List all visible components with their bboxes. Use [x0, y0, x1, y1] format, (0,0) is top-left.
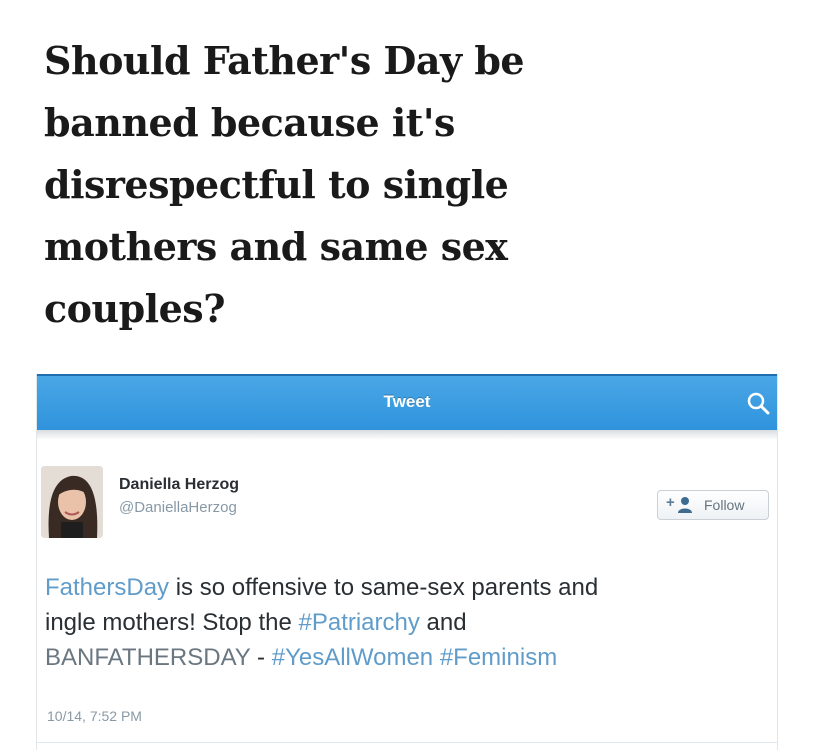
- hashtag-link[interactable]: BANFATHERSDAY: [45, 644, 250, 671]
- hashtag-link[interactable]: #Feminism: [440, 644, 557, 671]
- tweet-line: ingle mothers! Stop the #Patriarchy and: [45, 605, 773, 640]
- tweet-top-bar: Tweet: [37, 374, 777, 430]
- headline-line: disrespectful to single: [44, 162, 509, 207]
- tweet-timestamp[interactable]: 10/14, 7:52 PM: [47, 708, 142, 724]
- avatar-image: [41, 466, 103, 538]
- divider: [37, 742, 777, 743]
- tweet-text-segment: ingle mothers! Stop the: [45, 609, 299, 636]
- hashtag-link[interactable]: #YesAllWomen: [272, 644, 433, 671]
- tweet-card: Tweet Daniella Herzog @DaniellaHerzog + …: [36, 374, 778, 750]
- hashtag-link[interactable]: #Patriarchy: [298, 609, 419, 636]
- tweet-line: BANFATHERSDAY - #YesAllWomen #Feminism: [45, 640, 773, 675]
- headline-line: couples?: [44, 286, 225, 331]
- headline: Should Father's Day be banned because it…: [44, 30, 784, 340]
- person-icon: [678, 497, 692, 513]
- tweet-text-segment: [433, 644, 440, 671]
- user-handle[interactable]: @DaniellaHerzog: [119, 499, 237, 516]
- avatar[interactable]: [41, 466, 103, 538]
- search-icon[interactable]: [745, 390, 771, 416]
- follow-label: Follow: [704, 497, 745, 513]
- tweet-text-segment: -: [250, 644, 272, 671]
- tweet-line: FathersDay is so offensive to same-sex p…: [45, 570, 773, 605]
- headline-line: mothers and same sex: [44, 224, 508, 269]
- headline-line: banned because it's: [44, 100, 455, 145]
- top-bar-shadow: [37, 430, 777, 440]
- tweet-text: FathersDay is so offensive to same-sex p…: [45, 570, 773, 675]
- tweet-text-segment: is so offensive to same-sex parents and: [169, 574, 599, 601]
- follow-button[interactable]: + Follow: [657, 490, 769, 520]
- hashtag-link[interactable]: FathersDay: [45, 574, 169, 601]
- plus-icon: +: [666, 494, 675, 511]
- top-bar-title: Tweet: [383, 392, 431, 411]
- user-name[interactable]: Daniella Herzog: [119, 476, 239, 494]
- headline-line: Should Father's Day be: [44, 38, 525, 83]
- tweet-text-segment: and: [419, 609, 467, 636]
